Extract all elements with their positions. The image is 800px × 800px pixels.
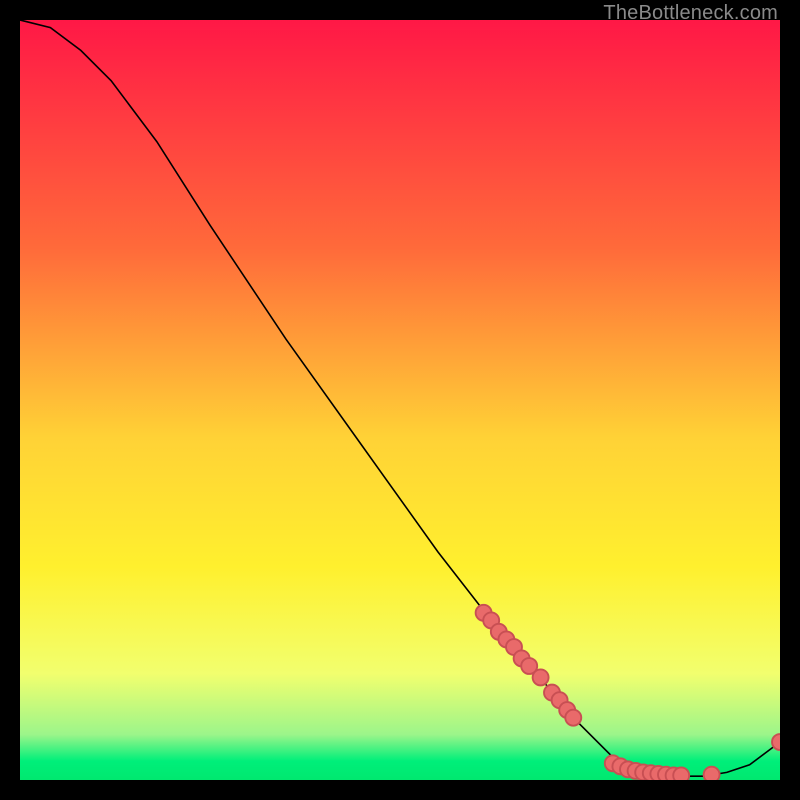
curve-marker	[704, 767, 720, 780]
bottleneck-curve	[20, 20, 780, 780]
curve-marker	[673, 767, 689, 780]
curve-marker	[533, 669, 549, 685]
curve-markers	[476, 605, 780, 780]
curve-marker	[772, 734, 780, 750]
chart-stage: TheBottleneck.com	[0, 0, 800, 800]
curve-line	[20, 20, 780, 776]
curve-marker	[565, 710, 581, 726]
plot-area	[20, 20, 780, 780]
